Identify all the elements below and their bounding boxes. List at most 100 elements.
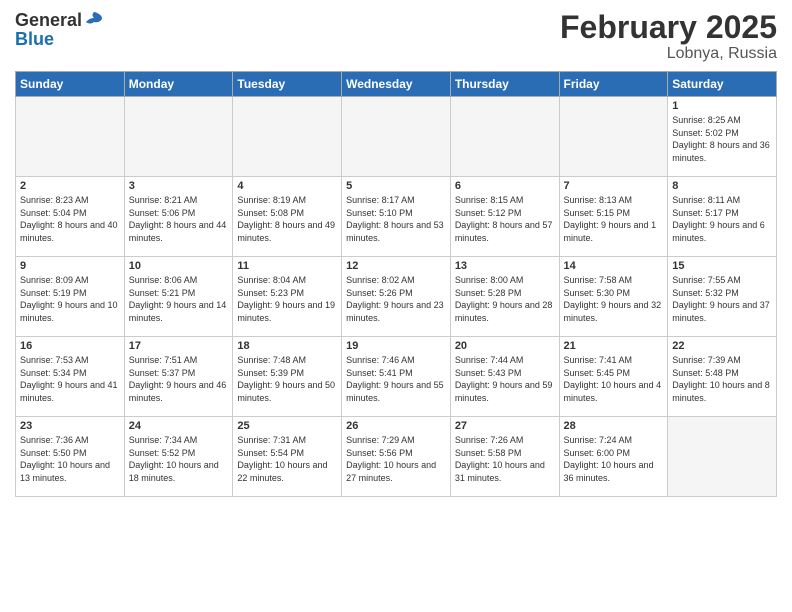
day-number: 28 xyxy=(564,420,664,432)
day-cell-1-4: 6Sunrise: 8:15 AM Sunset: 5:12 PM Daylig… xyxy=(450,177,559,257)
day-cell-1-5: 7 Sunrise: 8:13 AM Sunset: 5:15 PM Daylig… xyxy=(559,177,668,257)
day-number: 11 xyxy=(237,260,337,272)
day-info: Sunrise: 8:19 AM Sunset: 5:08 PM Dayligh… xyxy=(237,194,337,244)
day-number: 9 xyxy=(20,260,120,272)
week-row-0: 1 Sunrise: 8:25 AM Sunset: 5:02 PM Daylig… xyxy=(16,97,777,177)
day-cell-4-4: 27 Sunrise: 7:26 AM Sunset: 5:58 PM Dayli… xyxy=(450,417,559,497)
day-cell-0-3 xyxy=(342,97,451,177)
day-cell-0-5 xyxy=(559,97,668,177)
day-number: 1 xyxy=(672,100,772,112)
day-info: Sunrise: 8:06 AM Sunset: 5:21 PM Dayligh… xyxy=(129,274,229,324)
day-info: Sunrise: 8:15 AM Sunset: 5:12 PM Dayligh… xyxy=(455,194,555,244)
calendar-header-row: Sunday Monday Tuesday Wednesday Thursday… xyxy=(16,72,777,97)
logo-bird-icon xyxy=(84,10,104,30)
day-cell-2-6: 15 Sunrise: 7:55 AM Sunset: 5:32 PM Dayli… xyxy=(668,257,777,337)
day-cell-0-2 xyxy=(233,97,342,177)
col-saturday: Saturday xyxy=(668,72,777,97)
day-info: Sunrise: 7:44 AM Sunset: 5:43 PM Dayligh… xyxy=(455,354,555,404)
day-cell-4-5: 28 Sunrise: 7:24 AM Sunset: 6:00 PM Dayli… xyxy=(559,417,668,497)
day-info: Sunrise: 7:26 AM Sunset: 5:58 PM Dayligh… xyxy=(455,434,555,484)
day-number: 17 xyxy=(129,340,229,352)
day-cell-4-2: 25 Sunrise: 7:31 AM Sunset: 5:54 PM Dayli… xyxy=(233,417,342,497)
day-cell-4-1: 24 Sunrise: 7:34 AM Sunset: 5:52 PM Dayli… xyxy=(124,417,233,497)
day-info: Sunrise: 8:04 AM Sunset: 5:23 PM Dayligh… xyxy=(237,274,337,324)
day-cell-3-2: 18 Sunrise: 7:48 AM Sunset: 5:39 PM Dayli… xyxy=(233,337,342,417)
day-info: Sunrise: 8:23 AM Sunset: 5:04 PM Dayligh… xyxy=(20,194,120,244)
day-info: Sunrise: 8:11 AM Sunset: 5:17 PM Dayligh… xyxy=(672,194,772,244)
day-number: 19 xyxy=(346,340,446,352)
day-info: Sunrise: 8:13 AM Sunset: 5:15 PM Dayligh… xyxy=(564,194,664,244)
day-info: Sunrise: 7:41 AM Sunset: 5:45 PM Dayligh… xyxy=(564,354,664,404)
logo: General Blue xyxy=(15,10,104,50)
page-container: General Blue February 2025 Lobnya, Russi… xyxy=(0,0,792,507)
col-friday: Friday xyxy=(559,72,668,97)
day-cell-0-6: 1 Sunrise: 8:25 AM Sunset: 5:02 PM Daylig… xyxy=(668,97,777,177)
day-number: 2 xyxy=(20,180,120,192)
day-cell-2-3: 12 Sunrise: 8:02 AM Sunset: 5:26 PM Dayli… xyxy=(342,257,451,337)
day-cell-0-4 xyxy=(450,97,559,177)
day-cell-4-3: 26 Sunrise: 7:29 AM Sunset: 5:56 PM Dayli… xyxy=(342,417,451,497)
day-info: Sunrise: 7:51 AM Sunset: 5:37 PM Dayligh… xyxy=(129,354,229,404)
day-number: 13 xyxy=(455,260,555,272)
day-cell-3-0: 16Sunrise: 7:53 AM Sunset: 5:34 PM Dayli… xyxy=(16,337,125,417)
day-info: Sunrise: 8:02 AM Sunset: 5:26 PM Dayligh… xyxy=(346,274,446,324)
day-cell-2-4: 13 Sunrise: 8:00 AM Sunset: 5:28 PM Dayli… xyxy=(450,257,559,337)
day-number: 14 xyxy=(564,260,664,272)
day-info: Sunrise: 7:39 AM Sunset: 5:48 PM Dayligh… xyxy=(672,354,772,404)
day-number: 8 xyxy=(672,180,772,192)
day-cell-1-1: 3 Sunrise: 8:21 AM Sunset: 5:06 PM Daylig… xyxy=(124,177,233,257)
page-header: General Blue February 2025 Lobnya, Russi… xyxy=(15,10,777,63)
col-sunday: Sunday xyxy=(16,72,125,97)
week-row-2: 9 Sunrise: 8:09 AM Sunset: 5:19 PM Daylig… xyxy=(16,257,777,337)
day-number: 25 xyxy=(237,420,337,432)
day-number: 27 xyxy=(455,420,555,432)
week-row-3: 16Sunrise: 7:53 AM Sunset: 5:34 PM Dayli… xyxy=(16,337,777,417)
day-number: 21 xyxy=(564,340,664,352)
day-cell-3-1: 17 Sunrise: 7:51 AM Sunset: 5:37 PM Dayli… xyxy=(124,337,233,417)
day-number: 3 xyxy=(129,180,229,192)
day-cell-4-6 xyxy=(668,417,777,497)
day-info: Sunrise: 8:25 AM Sunset: 5:02 PM Dayligh… xyxy=(672,114,772,164)
day-info: Sunrise: 7:31 AM Sunset: 5:54 PM Dayligh… xyxy=(237,434,337,484)
day-number: 16 xyxy=(20,340,120,352)
day-info: Sunrise: 7:36 AM Sunset: 5:50 PM Dayligh… xyxy=(20,434,120,484)
day-info: Sunrise: 7:34 AM Sunset: 5:52 PM Dayligh… xyxy=(129,434,229,484)
col-monday: Monday xyxy=(124,72,233,97)
day-number: 4 xyxy=(237,180,337,192)
day-cell-1-2: 4 Sunrise: 8:19 AM Sunset: 5:08 PM Daylig… xyxy=(233,177,342,257)
day-number: 24 xyxy=(129,420,229,432)
day-info: Sunrise: 7:24 AM Sunset: 6:00 PM Dayligh… xyxy=(564,434,664,484)
day-info: Sunrise: 8:21 AM Sunset: 5:06 PM Dayligh… xyxy=(129,194,229,244)
week-row-1: 2 Sunrise: 8:23 AM Sunset: 5:04 PM Daylig… xyxy=(16,177,777,257)
day-number: 26 xyxy=(346,420,446,432)
day-number: 20 xyxy=(455,340,555,352)
day-number: 7 xyxy=(564,180,664,192)
day-cell-1-6: 8 Sunrise: 8:11 AM Sunset: 5:17 PM Daylig… xyxy=(668,177,777,257)
day-cell-2-1: 10 Sunrise: 8:06 AM Sunset: 5:21 PM Dayli… xyxy=(124,257,233,337)
day-info: Sunrise: 8:17 AM Sunset: 5:10 PM Dayligh… xyxy=(346,194,446,244)
day-info: Sunrise: 7:48 AM Sunset: 5:39 PM Dayligh… xyxy=(237,354,337,404)
day-cell-3-3: 19Sunrise: 7:46 AM Sunset: 5:41 PM Dayli… xyxy=(342,337,451,417)
day-number: 10 xyxy=(129,260,229,272)
day-number: 15 xyxy=(672,260,772,272)
day-info: Sunrise: 8:09 AM Sunset: 5:19 PM Dayligh… xyxy=(20,274,120,324)
day-cell-2-2: 11 Sunrise: 8:04 AM Sunset: 5:23 PM Dayli… xyxy=(233,257,342,337)
day-info: Sunrise: 8:00 AM Sunset: 5:28 PM Dayligh… xyxy=(455,274,555,324)
day-number: 18 xyxy=(237,340,337,352)
day-cell-1-3: 5Sunrise: 8:17 AM Sunset: 5:10 PM Daylig… xyxy=(342,177,451,257)
title-block: February 2025 Lobnya, Russia xyxy=(560,10,777,63)
col-thursday: Thursday xyxy=(450,72,559,97)
day-cell-0-1 xyxy=(124,97,233,177)
month-title: February 2025 xyxy=(560,10,777,45)
calendar-table: Sunday Monday Tuesday Wednesday Thursday… xyxy=(15,71,777,497)
day-number: 12 xyxy=(346,260,446,272)
day-cell-3-5: 21 Sunrise: 7:41 AM Sunset: 5:45 PM Dayli… xyxy=(559,337,668,417)
day-cell-4-0: 23Sunrise: 7:36 AM Sunset: 5:50 PM Dayli… xyxy=(16,417,125,497)
col-tuesday: Tuesday xyxy=(233,72,342,97)
col-wednesday: Wednesday xyxy=(342,72,451,97)
logo-blue-text: Blue xyxy=(15,29,54,49)
day-info: Sunrise: 7:29 AM Sunset: 5:56 PM Dayligh… xyxy=(346,434,446,484)
day-cell-0-0 xyxy=(16,97,125,177)
day-info: Sunrise: 7:55 AM Sunset: 5:32 PM Dayligh… xyxy=(672,274,772,324)
week-row-4: 23Sunrise: 7:36 AM Sunset: 5:50 PM Dayli… xyxy=(16,417,777,497)
